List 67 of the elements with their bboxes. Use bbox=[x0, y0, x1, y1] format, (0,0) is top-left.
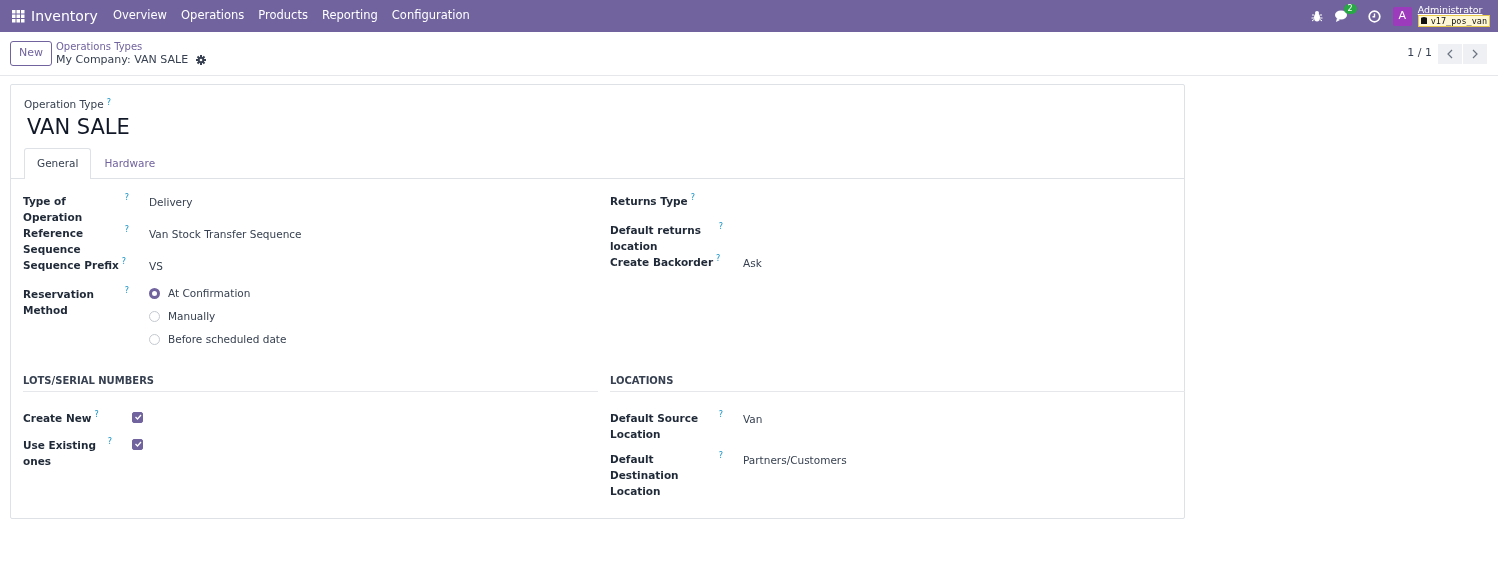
radio-label[interactable]: At Confirmation bbox=[168, 285, 251, 302]
menu-item[interactable]: Products bbox=[251, 7, 315, 25]
apps-menu-icon[interactable] bbox=[12, 9, 25, 23]
record-name: My Company: VAN SALE bbox=[56, 52, 189, 67]
checkbox[interactable] bbox=[132, 411, 143, 423]
radio-label[interactable]: Manually bbox=[168, 308, 216, 325]
app-name[interactable]: Inventory bbox=[25, 5, 106, 27]
user-avatar[interactable]: A bbox=[1392, 6, 1412, 26]
help-tooltip-mark[interactable]: ? bbox=[124, 224, 129, 235]
section-title: LOCATIONS bbox=[610, 372, 1185, 392]
menu-item[interactable]: Overview bbox=[105, 7, 175, 25]
field-label: Default returns location bbox=[610, 222, 702, 254]
breadcrumb-link[interactable]: Operations Types bbox=[56, 40, 207, 53]
help-tooltip-mark[interactable]: ? bbox=[124, 285, 129, 296]
field-label: Default Destination Location bbox=[610, 451, 680, 499]
help-tooltip-mark[interactable]: ? bbox=[690, 192, 695, 203]
field-value: VS bbox=[149, 259, 163, 272]
checkmark-icon bbox=[133, 413, 142, 422]
field-label: Returns Type bbox=[610, 193, 688, 209]
radio-button[interactable] bbox=[149, 310, 160, 322]
radio-button[interactable] bbox=[149, 287, 160, 299]
new-button[interactable]: New bbox=[10, 41, 52, 66]
field-label: Sequence Prefix bbox=[23, 257, 119, 273]
clock-icon[interactable] bbox=[1367, 9, 1381, 23]
chat-icon[interactable] bbox=[1334, 9, 1348, 23]
bug-icon[interactable] bbox=[1310, 10, 1323, 22]
field-value: Delivery bbox=[149, 195, 193, 208]
field-label: Type of Operation bbox=[23, 193, 84, 225]
radio-label[interactable]: Before scheduled date bbox=[168, 331, 287, 348]
field-label: Create New bbox=[23, 410, 92, 426]
database-badge: v17_pos_van bbox=[1417, 14, 1490, 27]
user-name[interactable]: Administrator bbox=[1417, 5, 1490, 15]
tab[interactable]: Hardware bbox=[91, 147, 169, 179]
field-label: Create Backorder bbox=[610, 254, 714, 270]
record-title: VAN SALE bbox=[26, 114, 131, 140]
help-tooltip-mark[interactable]: ? bbox=[94, 409, 99, 420]
gear-icon[interactable] bbox=[196, 54, 207, 65]
chevron-right-icon bbox=[1472, 48, 1478, 59]
menu-item[interactable]: Reporting bbox=[314, 7, 385, 25]
field-label: Reference Sequence bbox=[23, 225, 85, 257]
help-tooltip-mark[interactable]: ? bbox=[121, 256, 127, 267]
field-value: Van bbox=[743, 412, 763, 425]
field-label: Operation Type bbox=[24, 97, 104, 112]
notification-count: 2 bbox=[1343, 3, 1357, 15]
pager-value: 1 / 1 bbox=[1407, 45, 1432, 62]
field-label: Use Existing ones bbox=[23, 437, 97, 469]
chevron-left-icon bbox=[1447, 48, 1453, 59]
help-tooltip-mark[interactable]: ? bbox=[716, 253, 721, 264]
help-tooltip-mark[interactable]: ? bbox=[107, 436, 112, 447]
help-tooltip-mark[interactable]: ? bbox=[718, 221, 723, 232]
menu-item[interactable]: Configuration bbox=[384, 7, 477, 25]
menu-item[interactable]: Operations bbox=[174, 7, 252, 25]
field-value: Van Stock Transfer Sequence bbox=[149, 227, 302, 240]
database-icon bbox=[1420, 17, 1427, 25]
help-tooltip-mark[interactable]: ? bbox=[718, 450, 723, 461]
help-tooltip-mark[interactable]: ? bbox=[718, 409, 723, 420]
field-label: Default Source Location bbox=[610, 410, 699, 442]
tab[interactable]: General bbox=[24, 147, 92, 179]
field-value: Partners/Customers bbox=[743, 453, 847, 466]
field-label: Reservation Method bbox=[23, 286, 95, 318]
radio-button[interactable] bbox=[149, 333, 160, 345]
field-value: Ask bbox=[743, 256, 762, 269]
section-title: LOTS/SERIAL NUMBERS bbox=[23, 372, 598, 392]
help-tooltip-mark[interactable]: ? bbox=[124, 192, 129, 203]
checkmark-icon bbox=[133, 440, 142, 449]
help-tooltip-mark[interactable]: ? bbox=[106, 97, 111, 113]
checkbox[interactable] bbox=[132, 438, 143, 450]
